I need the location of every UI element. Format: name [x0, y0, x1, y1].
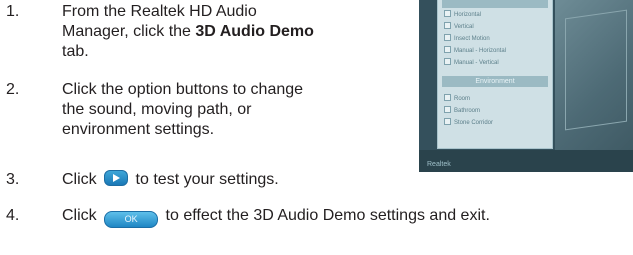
- step-text-part: Click: [62, 171, 102, 188]
- tab-name: 3D Audio Demo: [195, 23, 314, 40]
- step-number: 3.: [6, 171, 20, 188]
- step-text-line: the sound, moving path, or: [62, 101, 252, 118]
- option-insect-motion: Insect Motion: [444, 34, 490, 43]
- step-text-part: to test your settings.: [131, 171, 279, 188]
- bottom-bar: Realtek: [419, 150, 633, 172]
- option-vertical: Vertical: [444, 22, 474, 31]
- option-manual-horizontal: Manual - Horizontal: [444, 46, 506, 55]
- option-stone-corridor: Stone Corridor: [444, 118, 493, 127]
- option-manual-vertical: Manual - Vertical: [444, 58, 499, 67]
- step-text: Click the option buttons to change the s…: [62, 80, 303, 140]
- moving-path-header: [442, 0, 548, 8]
- step-number: 2.: [6, 81, 20, 98]
- option-horizontal: Horizontal: [444, 10, 481, 19]
- step-text: Click OK to effect the 3D Audio Demo set…: [62, 206, 490, 228]
- environment-header: Environment: [442, 76, 548, 87]
- room-visualization: [555, 0, 633, 150]
- step-3: 3. Click to test your settings.: [6, 170, 416, 192]
- step-text-line: Manager, click the: [62, 23, 196, 40]
- realtek-logo: Realtek: [427, 161, 451, 168]
- audio-demo-screenshot: Horizontal Vertical Insect Motion Manual…: [419, 0, 633, 172]
- step-text-part: to effect the 3D Audio Demo settings and…: [161, 207, 490, 224]
- ok-button-icon: OK: [104, 211, 159, 228]
- step-text-part: Click: [62, 207, 102, 224]
- step-text-line: From the Realtek HD Audio: [62, 3, 257, 20]
- step-text: From the Realtek HD Audio Manager, click…: [62, 2, 314, 62]
- step-number: 1.: [6, 3, 20, 20]
- step-text-line: tab.: [62, 43, 89, 60]
- option-room: Room: [444, 94, 470, 103]
- step-2: 2. Click the option buttons to change th…: [6, 80, 416, 142]
- step-4: 4. Click OK to effect the 3D Audio Demo …: [6, 206, 633, 228]
- play-button-icon: [104, 170, 129, 186]
- step-text-line: Click the option buttons to change: [62, 81, 304, 98]
- step-1: 1. From the Realtek HD Audio Manager, cl…: [6, 2, 416, 64]
- step-number: 4.: [6, 207, 20, 224]
- step-text-line: environment settings.: [62, 121, 215, 138]
- step-text: Click to test your settings.: [62, 170, 279, 190]
- options-panel: Horizontal Vertical Insect Motion Manual…: [437, 0, 553, 149]
- option-bathroom: Bathroom: [444, 106, 480, 115]
